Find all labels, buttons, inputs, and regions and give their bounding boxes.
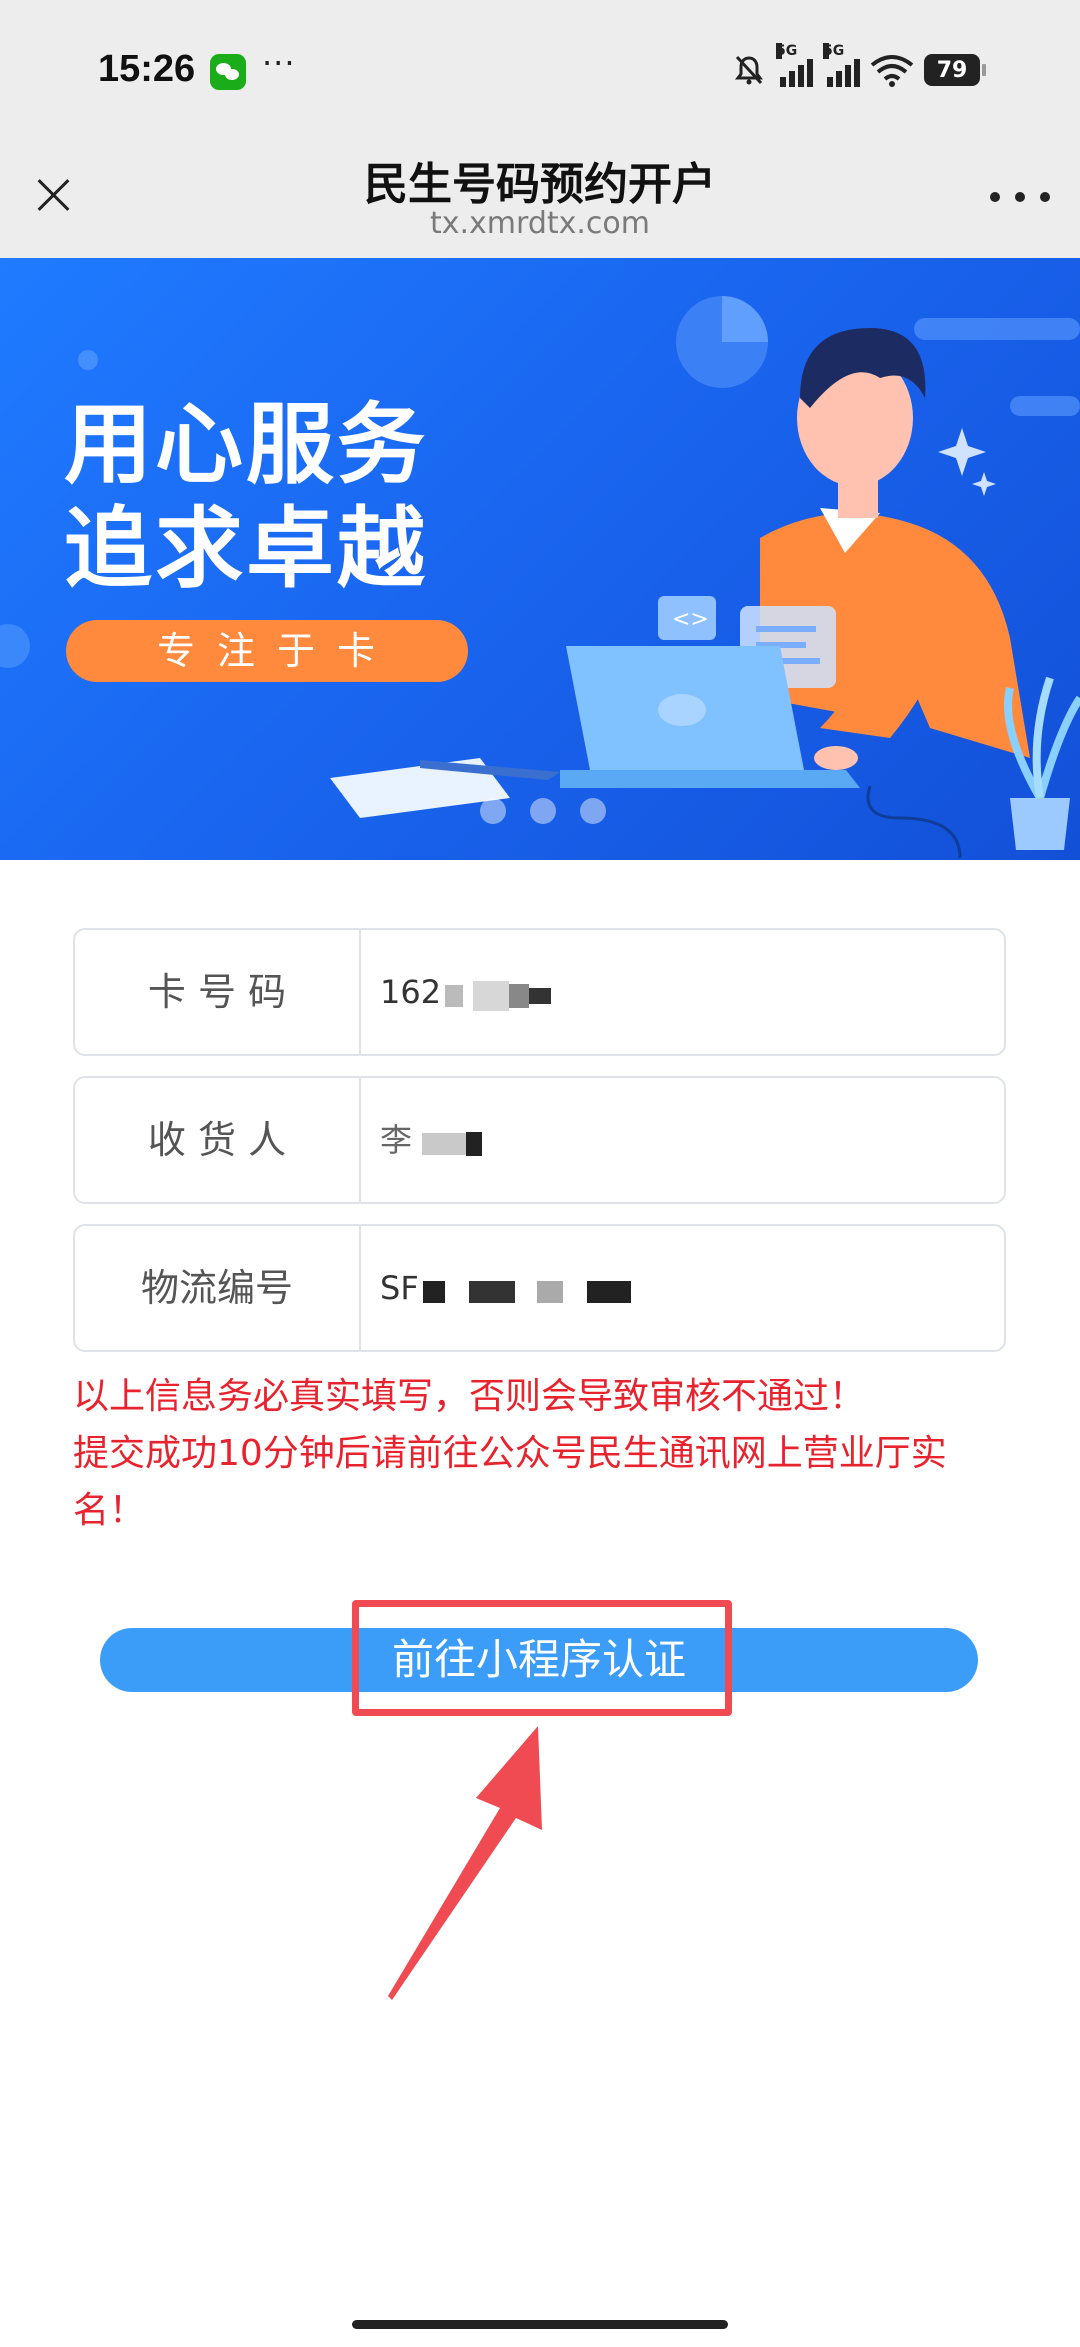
notice-line-2: 提交成功10分钟后请前往公众号民生通讯网上营业厅实名！ [73, 1433, 947, 1531]
highlight-annotation-box [352, 1600, 732, 1716]
wifi-icon [870, 55, 914, 87]
card-number-label: 卡 号 码 [75, 930, 361, 1054]
tracking-number-row[interactable]: 物流编号 SF [73, 1224, 1006, 1352]
carousel-indicator[interactable] [480, 798, 606, 824]
status-bar: 15:26 ··· 5G 5G 79 [0, 0, 1080, 140]
title-bar: 民生号码预约开户 tx.xmrdtx.com [0, 140, 1080, 258]
signal-strength-icon: 5G [776, 43, 813, 87]
carousel-dot[interactable] [580, 798, 606, 824]
notification-more-icon: ··· [262, 44, 296, 82]
notice-text: 以上信息务必真实填写，否则会导致审核不通过！ 提交成功10分钟后请前往公众号民生… [73, 1368, 1013, 1539]
recipient-label: 收 货 人 [75, 1078, 361, 1202]
tracking-number-label: 物流编号 [75, 1226, 361, 1350]
carousel-dot[interactable] [480, 798, 506, 824]
status-icons: 5G 5G 79 [732, 43, 986, 92]
battery-icon: 79 [924, 54, 986, 86]
mute-bell-icon [735, 55, 763, 85]
card-number-field[interactable]: 162 [380, 930, 552, 1056]
page-url: tx.xmrdtx.com [429, 206, 650, 241]
redacted-mask [416, 1080, 483, 1204]
more-menu-icon[interactable] [990, 182, 1050, 212]
redacted-mask [422, 1228, 631, 1352]
recipient-field[interactable]: 李 [380, 1078, 483, 1204]
wechat-icon [210, 54, 246, 90]
page-title: 民生号码预约开户 [364, 159, 716, 210]
annotation-arrow-icon [388, 1726, 542, 2000]
banner-tag: 专注于卡 [66, 620, 468, 682]
redacted-mask [445, 932, 552, 1056]
banner-headline: 用心服务 追求卓越 [64, 393, 429, 600]
svg-text:<>: <> [672, 607, 709, 632]
tracking-number-field[interactable]: SF [380, 1226, 631, 1350]
status-time: 15:26 [98, 48, 196, 90]
card-number-row[interactable]: 卡 号 码 162 [73, 928, 1006, 1056]
notice-line-1: 以上信息务必真实填写，否则会导致审核不通过！ [73, 1376, 866, 1417]
recipient-row[interactable]: 收 货 人 李 [73, 1076, 1006, 1204]
signal-strength-icon-2: 5G [823, 43, 860, 87]
promo-banner[interactable]: <> 用心服务 追求卓越 专注于卡 [0, 258, 1080, 860]
home-indicator[interactable] [352, 2320, 728, 2329]
carousel-dot[interactable] [530, 798, 556, 824]
